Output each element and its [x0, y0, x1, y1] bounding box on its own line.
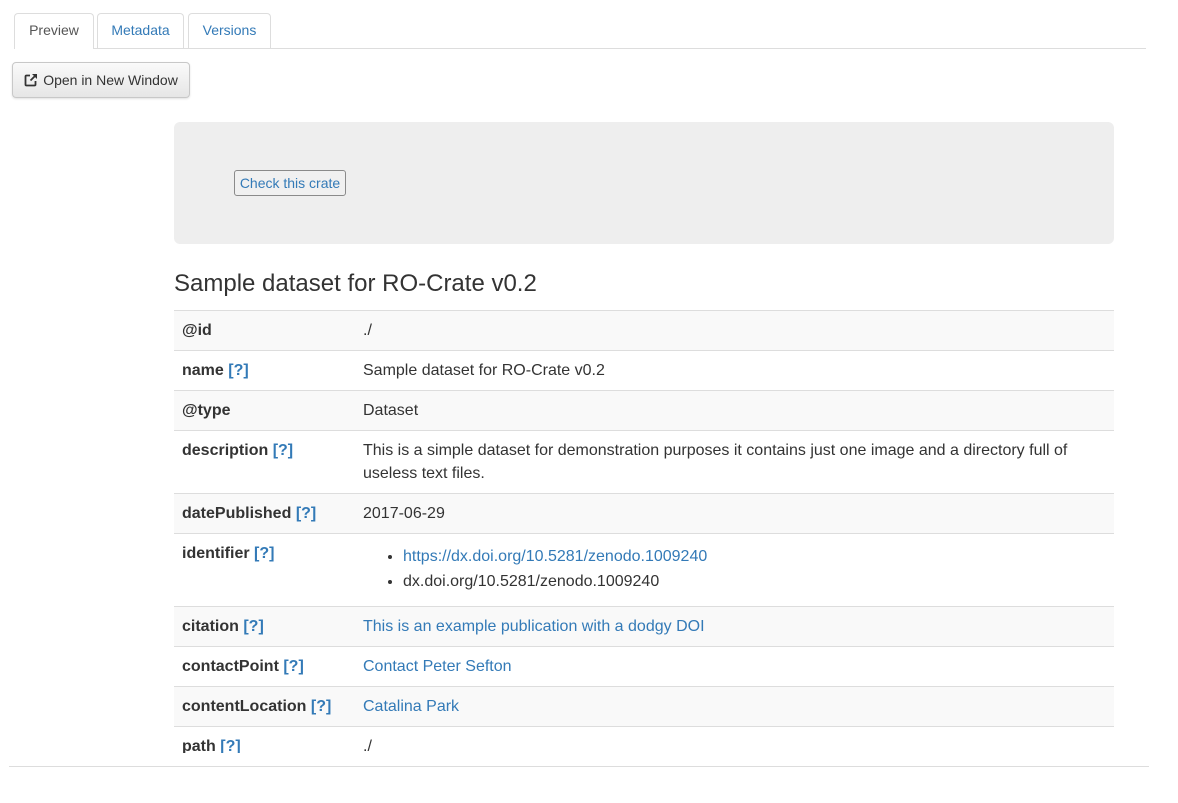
row-value: ./ — [355, 726, 1114, 753]
check-crate-button[interactable]: Check this crate — [234, 170, 346, 196]
help-link[interactable]: [?] — [228, 362, 248, 379]
table-row: path [?] ./ — [174, 726, 1114, 753]
table-row: contactPoint [?] Contact Peter Sefton — [174, 646, 1114, 687]
row-key: name — [182, 362, 224, 379]
table-row: citation [?] This is an example publicat… — [174, 606, 1114, 647]
tab-metadata[interactable]: Metadata — [97, 13, 184, 48]
tab-preview[interactable]: Preview — [14, 13, 94, 49]
help-link[interactable]: [?] — [273, 442, 293, 459]
identifier-link[interactable]: https://dx.doi.org/10.5281/zenodo.100924… — [403, 548, 707, 565]
row-key: identifier — [182, 545, 250, 562]
table-row: description [?] This is a simple dataset… — [174, 430, 1114, 494]
table-row: @type Dataset — [174, 390, 1114, 431]
row-value: Sample dataset for RO-Crate v0.2 — [355, 350, 1114, 391]
tab-bar: Preview Metadata Versions — [14, 13, 1146, 49]
open-in-new-window-button[interactable]: Open in New Window — [12, 62, 190, 98]
help-link[interactable]: [?] — [311, 698, 331, 715]
list-item: https://dx.doi.org/10.5281/zenodo.100924… — [403, 544, 1106, 569]
identifier-list: https://dx.doi.org/10.5281/zenodo.100924… — [363, 544, 1106, 594]
crate-check-panel: Check this crate — [174, 122, 1114, 244]
list-item: dx.doi.org/10.5281/zenodo.1009240 — [403, 569, 1106, 594]
metadata-table-viewport[interactable]: @id ./ name [?] Sample dataset for RO-Cr… — [174, 310, 1114, 753]
row-key: @type — [174, 390, 355, 431]
table-row: contentLocation [?] Catalina Park — [174, 686, 1114, 727]
page-title: Sample dataset for RO-Crate v0.2 — [174, 270, 537, 297]
help-link[interactable]: [?] — [220, 738, 240, 753]
external-link-icon — [24, 73, 38, 87]
row-key: datePublished — [182, 505, 292, 522]
row-key: description — [182, 442, 269, 459]
tab-versions[interactable]: Versions — [188, 13, 271, 48]
row-key: contentLocation — [182, 698, 307, 715]
row-key: path — [182, 738, 216, 753]
table-row: name [?] Sample dataset for RO-Crate v0.… — [174, 350, 1114, 391]
help-link[interactable]: [?] — [296, 505, 316, 522]
help-link[interactable]: [?] — [243, 618, 263, 635]
row-key: citation — [182, 618, 239, 635]
row-value: 2017-06-29 — [355, 493, 1114, 534]
row-value: This is a simple dataset for demonstrati… — [355, 430, 1114, 494]
citation-link[interactable]: This is an example publication with a do… — [363, 618, 705, 635]
table-row: datePublished [?] 2017-06-29 — [174, 493, 1114, 534]
open-in-new-window-label: Open in New Window — [43, 72, 178, 88]
row-value: ./ — [355, 310, 1114, 351]
contact-point-link[interactable]: Contact Peter Sefton — [363, 658, 512, 675]
table-row: @id ./ — [174, 310, 1114, 351]
row-key: @id — [174, 310, 355, 351]
help-link[interactable]: [?] — [254, 545, 274, 562]
content-location-link[interactable]: Catalina Park — [363, 698, 459, 715]
divider — [9, 766, 1149, 767]
row-key: contactPoint — [182, 658, 279, 675]
row-value: Dataset — [355, 390, 1114, 431]
table-row: identifier [?] https://dx.doi.org/10.528… — [174, 533, 1114, 607]
help-link[interactable]: [?] — [283, 658, 303, 675]
metadata-table: @id ./ name [?] Sample dataset for RO-Cr… — [174, 310, 1114, 753]
